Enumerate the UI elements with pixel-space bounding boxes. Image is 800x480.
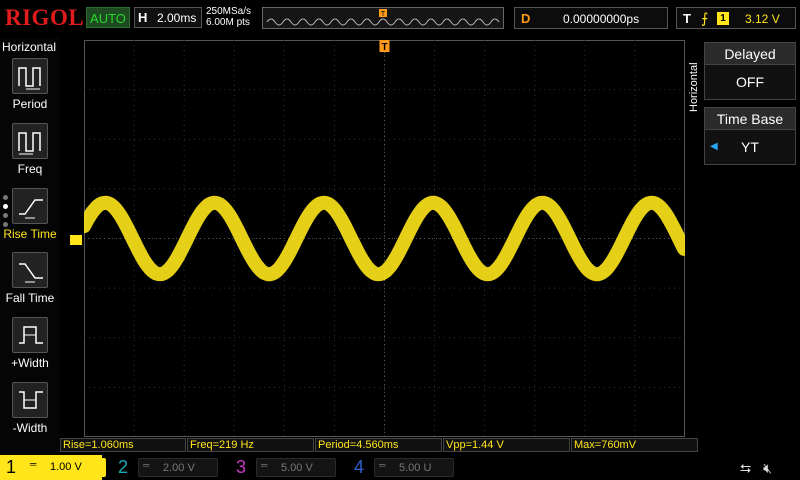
- sample-rate: 250MSa/s: [206, 6, 252, 17]
- page-dot-active: [3, 204, 8, 209]
- channel-3-scale-box: ═ 5.00 V: [256, 458, 336, 477]
- menu-label-freq: Freq: [17, 162, 43, 176]
- channel-1-ground-marker[interactable]: [70, 235, 82, 245]
- page-dot: [3, 222, 8, 227]
- menu-page-dots: [3, 195, 9, 231]
- trigger-source: 1: [717, 12, 729, 25]
- channel-2-tab[interactable]: 2 ═ 2.00 V: [112, 455, 222, 480]
- measurement-max[interactable]: Max=760mV: [571, 438, 698, 452]
- trigger-position-label: T: [381, 42, 387, 53]
- graticule: T: [84, 40, 685, 437]
- menu-item-rise-time[interactable]: Rise Time: [0, 188, 60, 250]
- channel-3-tab[interactable]: 3 ═ 5.00 V: [230, 455, 340, 480]
- time-base-label: Time Base: [705, 108, 795, 130]
- channel-4-tab[interactable]: 4 ═ 5.00 U: [348, 455, 458, 480]
- trigger-level: 3.12 V: [745, 12, 780, 26]
- channel-3-number: 3: [236, 457, 247, 477]
- measurement-bar: Rise=1.060ms Freq=219 Hz Period=4.560ms …: [60, 438, 700, 452]
- page-dot: [3, 213, 8, 218]
- measurement-freq[interactable]: Freq=219 Hz: [187, 438, 314, 452]
- left-measure-menu: Horizontal Period Freq Rise Time Fall Ti…: [0, 38, 60, 456]
- channel-1-scale-box: ═ 1.00 V: [26, 458, 106, 477]
- channel-2-scale: 2.00 V: [163, 462, 195, 474]
- status-icons: ⮀ 🔇︎: [740, 460, 772, 477]
- run-mode-badge[interactable]: AUTO: [86, 7, 130, 28]
- channel-1-number: 1: [6, 457, 17, 477]
- channel-3-scale: 5.00 V: [281, 462, 313, 474]
- memory-depth: 6.00M pts: [206, 17, 250, 28]
- channel-1-scale: 1.00 V: [50, 461, 82, 473]
- delayed-softkey[interactable]: Delayed OFF: [704, 42, 796, 100]
- channel-1-tab[interactable]: 1 ═ 1.00 V: [0, 455, 106, 480]
- channel-2-scale-box: ═ 2.00 V: [138, 458, 218, 477]
- left-menu-title: Horizontal: [2, 40, 57, 54]
- horizontal-timebase-box[interactable]: H 2.00ms: [134, 7, 202, 28]
- svg-text:T: T: [381, 11, 386, 18]
- channel-4-number: 4: [354, 457, 365, 477]
- measurement-vpp[interactable]: Vpp=1.44 V: [443, 438, 570, 452]
- menu-label-pos-width: +Width: [11, 356, 49, 370]
- brand-logo: RIGOL: [5, 5, 85, 30]
- delayed-value: OFF: [705, 65, 795, 99]
- channel-4-scale: 5.00 U: [399, 462, 432, 474]
- channel-2-number: 2: [118, 457, 129, 477]
- dc-coupling-icon: ═: [261, 460, 268, 470]
- rising-edge-icon: ⨍: [701, 10, 709, 26]
- right-panel-title: Horizontal: [686, 42, 702, 114]
- neg-width-icon: [12, 382, 48, 418]
- delay-value: 0.00000000ps: [563, 12, 640, 26]
- channel-4-scale-box: ═ 5.00 U: [374, 458, 454, 477]
- delay-box[interactable]: D 0.00000000ps: [514, 7, 668, 29]
- pos-width-icon: [12, 317, 48, 353]
- delayed-label: Delayed: [705, 43, 795, 65]
- trigger-box[interactable]: T ⨍ 1 3.12 V: [676, 7, 796, 29]
- rise-time-icon: [12, 188, 48, 224]
- time-base-value-box: ◀ YT: [705, 130, 795, 164]
- menu-label-rise-time: Rise Time: [3, 227, 57, 241]
- time-base-softkey[interactable]: Time Base ◀ YT: [704, 107, 796, 165]
- menu-item-period[interactable]: Period: [0, 58, 60, 120]
- time-base-value: YT: [741, 139, 759, 155]
- delay-key: D: [521, 11, 531, 26]
- top-status-bar: RIGOL AUTO H 2.00ms 250MSa/s 6.00M pts T…: [0, 0, 800, 36]
- timebase-value: 2.00ms: [157, 11, 197, 25]
- measurement-rise[interactable]: Rise=1.060ms: [60, 438, 186, 452]
- page-dot: [3, 195, 8, 200]
- freq-icon: [12, 123, 48, 159]
- dc-coupling-icon: ═: [379, 460, 386, 470]
- measurement-period[interactable]: Period=4.560ms: [315, 438, 442, 452]
- menu-label-neg-width: -Width: [12, 421, 48, 435]
- channel-bar: 1 ═ 1.00 V 2 ═ 2.00 V 3 ═ 5.00 V 4 ═ 5.0…: [0, 455, 800, 480]
- right-panel-title-label: Horizontal: [688, 62, 700, 112]
- dc-coupling-icon: ═: [143, 460, 150, 470]
- dc-coupling-icon: ═: [30, 459, 37, 469]
- menu-item-pos-width[interactable]: +Width: [0, 317, 60, 379]
- horizontal-key: H: [138, 10, 148, 25]
- memory-overview: T: [266, 9, 500, 26]
- menu-label-fall-time: Fall Time: [5, 291, 55, 305]
- menu-item-fall-time[interactable]: Fall Time: [0, 252, 60, 314]
- menu-item-neg-width[interactable]: -Width: [0, 382, 60, 444]
- fall-time-icon: [12, 252, 48, 288]
- speaker-mute-icon: 🔇︎: [763, 460, 772, 476]
- trigger-key: T: [683, 11, 691, 26]
- memory-navigation-bar[interactable]: T: [262, 7, 504, 29]
- usb-icon: ⮀: [740, 460, 752, 476]
- menu-item-freq[interactable]: Freq: [0, 123, 60, 185]
- sample-info: 250MSa/s 6.00M pts: [206, 6, 251, 28]
- period-icon: [12, 58, 48, 94]
- left-arrow-icon: ◀: [710, 141, 718, 152]
- waveform-display[interactable]: T: [84, 40, 685, 437]
- menu-label-period: Period: [12, 97, 48, 111]
